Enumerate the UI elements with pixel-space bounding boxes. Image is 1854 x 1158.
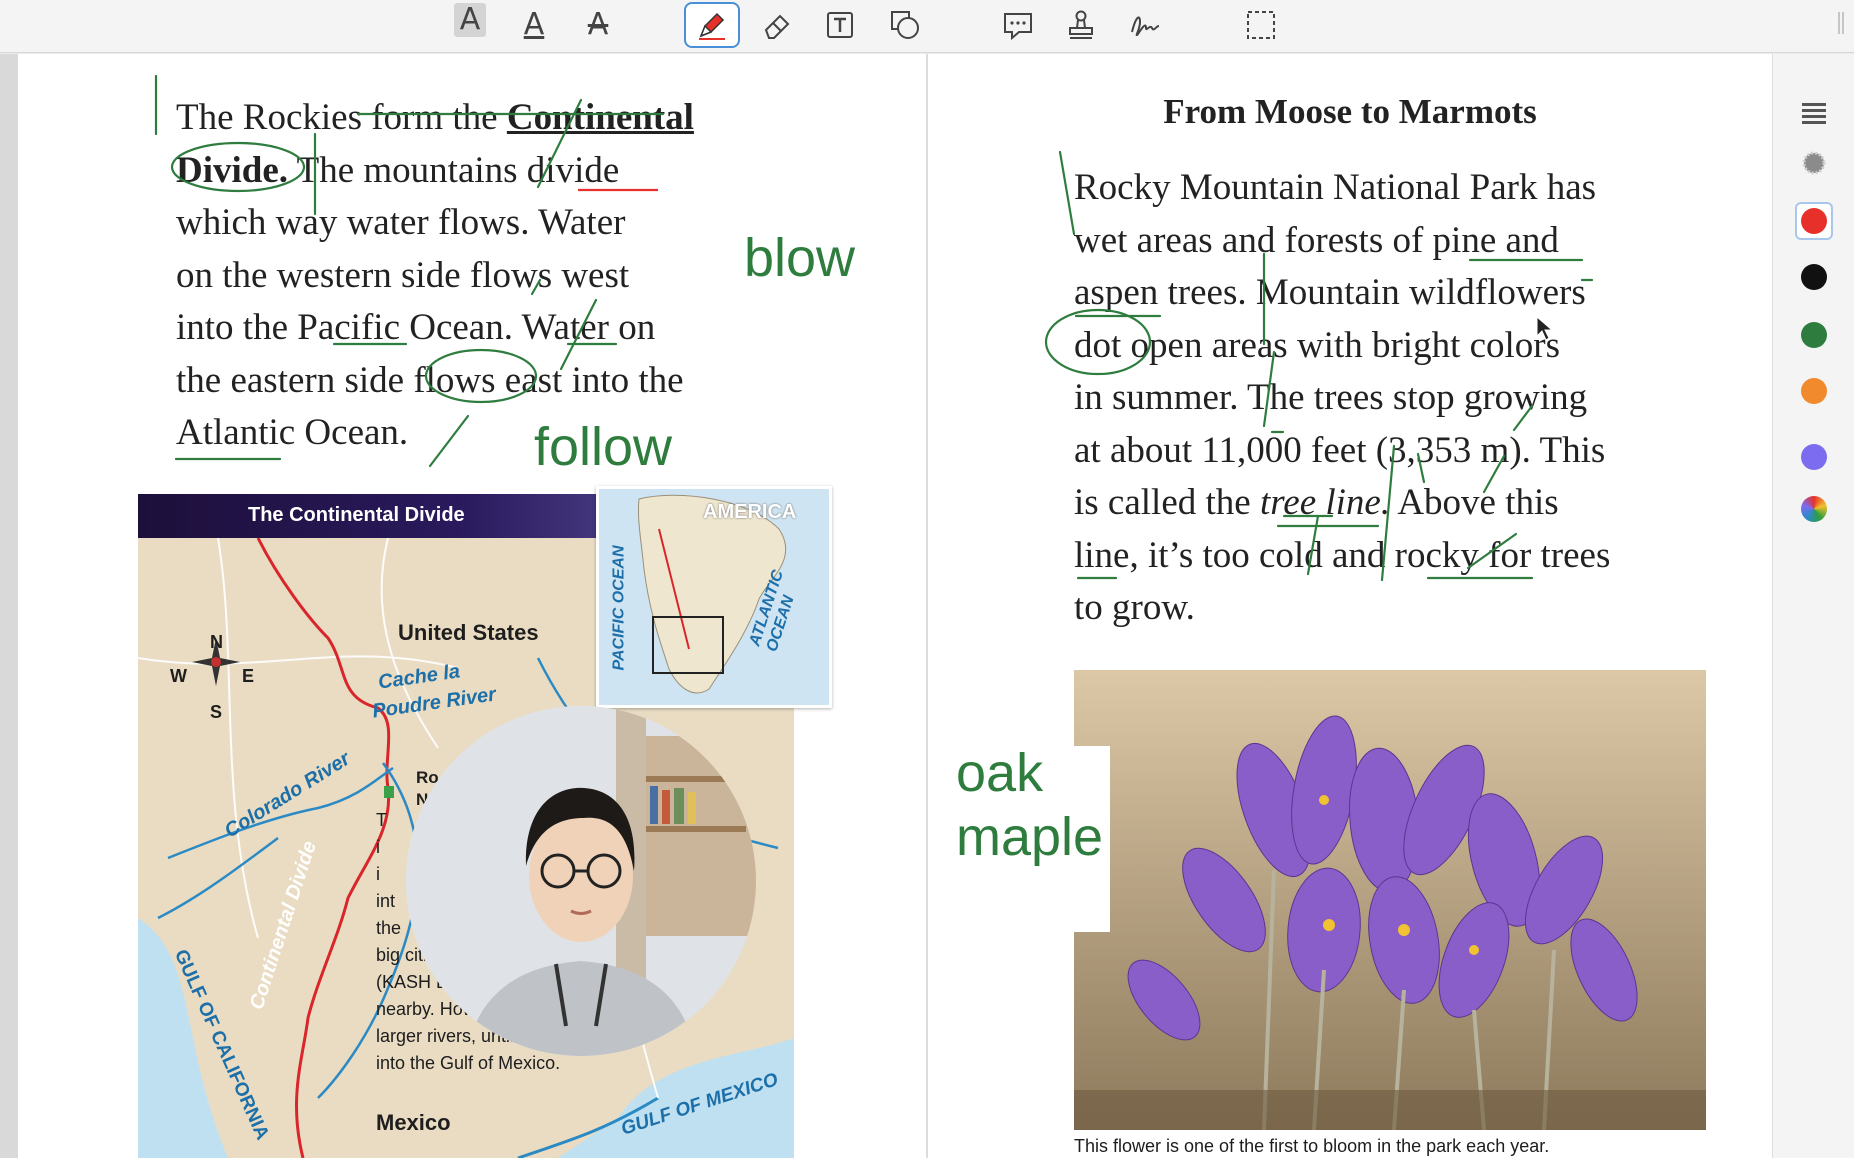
color-swatch-purple[interactable] xyxy=(1795,438,1833,476)
strikethrough-text-tool[interactable]: A xyxy=(573,4,623,46)
handwritten-note-follow: follow xyxy=(534,417,673,477)
hamburger-icon xyxy=(1802,100,1826,127)
label-mexico: Mexico xyxy=(376,1110,451,1135)
north-america-inset-map: AMERICA PACIFIC OCEAN ATLANTIC OCEAN xyxy=(596,486,832,708)
map-text-line: int xyxy=(376,891,396,911)
color-swatch-black[interactable] xyxy=(1795,258,1833,296)
selection-tool[interactable] xyxy=(1236,4,1286,46)
toolbar-grip-handle[interactable] xyxy=(1838,12,1844,34)
presenter-avatar xyxy=(406,706,756,1056)
pasque-flower-photo xyxy=(1074,670,1706,1130)
pen-tool[interactable] xyxy=(684,2,740,48)
signature-icon xyxy=(1131,16,1160,36)
rail-menu-button[interactable] xyxy=(1795,94,1833,132)
annotation-toolbar: A A A xyxy=(0,0,1854,53)
shapes-icon xyxy=(891,11,919,39)
orange-swatch xyxy=(1801,378,1827,404)
sidebar-strip xyxy=(0,54,18,1158)
presenter-webcam xyxy=(406,706,756,1056)
underline-text-icon: A xyxy=(523,7,545,42)
pen-options-rail xyxy=(1772,54,1854,1158)
left-page[interactable]: The Rockies form the Continental Divide.… xyxy=(18,54,926,1158)
underline-text-tool[interactable]: A xyxy=(509,4,559,46)
photo-caption: This flower is one of the first to bloom… xyxy=(1074,1136,1550,1156)
highlight-text-tool[interactable]: A xyxy=(454,3,486,37)
compass-w: W xyxy=(170,666,187,686)
red-swatch xyxy=(1801,208,1827,234)
flower-image xyxy=(1074,670,1706,1130)
shapes-tool[interactable] xyxy=(880,4,930,46)
highlight-text-icon: A xyxy=(459,2,481,37)
handwritten-note-maple: maple xyxy=(956,807,1104,867)
brush-size-icon xyxy=(1802,151,1826,175)
map-text-line: i xyxy=(376,837,380,857)
signature-tool[interactable] xyxy=(1120,4,1170,46)
right-page[interactable]: From Moose to Marmots Rocky Mountain Nat… xyxy=(928,54,1772,1158)
eraser-icon xyxy=(764,14,790,39)
map-text-line: i xyxy=(376,864,380,884)
eraser-tool[interactable] xyxy=(752,4,802,46)
stamp-icon xyxy=(1069,10,1093,39)
black-swatch xyxy=(1801,264,1827,290)
handwriting-card: oak maple xyxy=(956,746,1110,932)
strikethrough-text-icon: A xyxy=(587,7,609,42)
color-swatch-green[interactable] xyxy=(1795,316,1833,354)
map-text-line: the xyxy=(376,918,402,938)
stamp-tool[interactable] xyxy=(1056,4,1106,46)
comment-tool[interactable] xyxy=(993,4,1043,46)
inset-title: AMERICA xyxy=(703,501,797,523)
color-wheel-icon xyxy=(1801,496,1827,522)
color-picker-button[interactable] xyxy=(1795,490,1833,528)
stroke-width-button[interactable] xyxy=(1795,144,1833,182)
compass-n: N xyxy=(210,632,223,652)
color-swatch-orange[interactable] xyxy=(1795,372,1833,410)
purple-swatch xyxy=(1801,444,1827,470)
label-united-states: United States xyxy=(398,620,539,645)
ink-annotations-right xyxy=(1044,150,1594,582)
compass-e: E xyxy=(242,666,255,686)
text-box-tool[interactable] xyxy=(815,4,865,46)
handwritten-note-oak: oak xyxy=(956,743,1044,803)
text-box-icon xyxy=(827,12,853,38)
pen-icon xyxy=(699,12,725,40)
mouse-cursor-icon xyxy=(1536,316,1554,341)
compass-s: S xyxy=(210,702,223,722)
marquee-select-icon xyxy=(1247,11,1275,39)
map-text-line: into the Gulf of Mexico. xyxy=(376,1053,561,1073)
inset-pacific-ocean: PACIFIC OCEAN xyxy=(610,545,628,671)
handwritten-note-blow: blow xyxy=(744,228,856,288)
color-swatch-red[interactable] xyxy=(1795,202,1833,240)
comment-icon xyxy=(1004,13,1032,41)
map-text-line: T xyxy=(376,810,387,830)
green-swatch xyxy=(1801,322,1827,348)
